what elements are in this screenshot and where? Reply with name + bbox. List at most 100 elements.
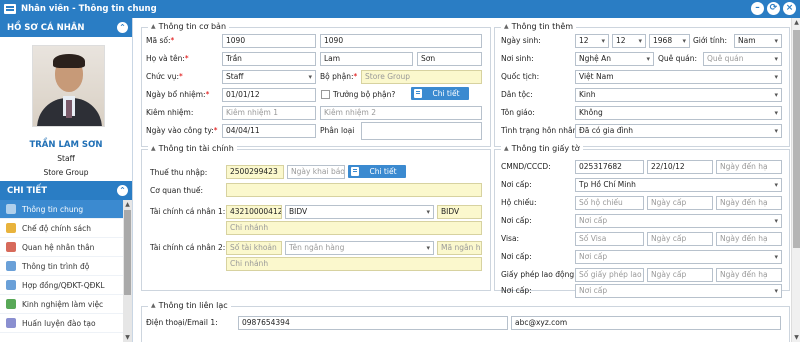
policy-icon xyxy=(6,223,16,233)
code-field-2[interactable]: 1090 xyxy=(320,34,482,48)
last-name-field[interactable]: Trần xyxy=(222,52,316,66)
main-form: ▲ Thông tin cơ bản Mã số:* 1090 1090 Họ v… xyxy=(133,18,800,342)
first-name-field[interactable]: Sơn xyxy=(417,52,482,66)
scroll-up-icon[interactable]: ▲ xyxy=(123,200,132,209)
work-permit-date-field[interactable]: Ngày cấp xyxy=(647,268,713,282)
work-permit-place-select[interactable]: Nơi cấp xyxy=(575,284,782,298)
dob-day-select[interactable]: 12 xyxy=(575,34,609,48)
phone-field[interactable]: 0987654394 xyxy=(238,316,508,330)
menu-item-training[interactable]: Huấn luyện đào tạo xyxy=(0,314,123,333)
work-permit-expiry-field[interactable]: Ngày đến hạ xyxy=(716,268,782,282)
id-date-field[interactable]: 22/10/12 xyxy=(647,160,713,174)
menu-item-experience[interactable]: Kinh nghiệm làm việc xyxy=(0,295,123,314)
id-expiry-field[interactable]: Ngày đến hạ xyxy=(716,160,782,174)
job-label: Chức vụ:* xyxy=(146,72,183,81)
menu-scrollbar[interactable]: ▲ ▼ xyxy=(123,200,132,342)
passport-field[interactable]: Số hộ chiếu xyxy=(575,196,644,210)
id-place-select[interactable]: Tp Hồ Chí Minh xyxy=(575,178,782,192)
collapse-caret-icon[interactable]: ▲ xyxy=(504,23,509,30)
dob-month-select[interactable]: 12 xyxy=(612,34,646,48)
gender-select[interactable]: Nam xyxy=(734,34,782,48)
account1-field[interactable]: 432100004128; xyxy=(226,205,282,219)
finance-detail-button[interactable]: Chi tiết xyxy=(348,165,406,178)
menu-item-family[interactable]: Quan hệ nhân thân xyxy=(0,238,123,257)
dept-label: Bộ phận:* xyxy=(320,72,358,81)
menu-item-contract[interactable]: Hợp đồng/QĐKT-QĐKL xyxy=(0,276,123,295)
scroll-down-icon[interactable]: ▼ xyxy=(792,333,800,342)
dob-year-select[interactable]: 1968 xyxy=(649,34,690,48)
menu-item-policy[interactable]: Chế độ chính sách xyxy=(0,219,123,238)
passport-label: Hộ chiếu: xyxy=(501,198,537,207)
bank2-label: Tài chính cá nhân 2: xyxy=(150,243,226,252)
maximize-button[interactable]: ⟳ xyxy=(767,2,780,15)
visa-date-field[interactable]: Ngày cấp xyxy=(647,232,713,246)
passport-place-select[interactable]: Nơi cấp xyxy=(575,214,782,228)
collapse-caret-icon[interactable]: ▲ xyxy=(504,145,509,152)
menu-item-education[interactable]: Thông tin trình độ xyxy=(0,257,123,276)
religion-select[interactable]: Không xyxy=(575,106,782,120)
job-select[interactable]: Staff xyxy=(222,70,316,84)
basic-info-section: ▲ Thông tin cơ bản Mã số:* 1090 1090 Họ v… xyxy=(141,22,491,147)
basic-detail-button[interactable]: Chi tiết xyxy=(411,87,469,100)
menu-scroll-thumb[interactable] xyxy=(124,210,131,295)
tax-date-field[interactable]: Ngày khai báo xyxy=(287,165,345,179)
hometown-select[interactable]: Quê quán xyxy=(703,52,782,66)
phone-label: Điện thoại/Email 1: xyxy=(146,318,218,327)
bank2-select[interactable]: Tên ngân hàng xyxy=(285,241,434,255)
passport-date-field[interactable]: Ngày cấp xyxy=(647,196,713,210)
close-button[interactable]: × xyxy=(783,2,796,15)
minimize-button[interactable]: – xyxy=(751,2,764,15)
join-date-field[interactable]: 04/04/11 xyxy=(222,124,316,138)
head-of-dept-checkbox[interactable] xyxy=(321,90,330,99)
collapse-caret-icon[interactable]: ▲ xyxy=(151,145,156,152)
email-field[interactable]: abc@xyz.com xyxy=(511,316,781,330)
ethnic-select[interactable]: Kinh xyxy=(575,88,782,102)
religion-label: Tôn giáo: xyxy=(501,108,535,117)
collapse-caret-icon[interactable]: ▲ xyxy=(151,302,156,309)
collapse-caret-icon[interactable]: ▲ xyxy=(151,23,156,30)
scroll-up-icon[interactable]: ▲ xyxy=(792,18,800,27)
passport-expiry-field[interactable]: Ngày đến hạ xyxy=(716,196,782,210)
tax-office-field[interactable] xyxy=(226,183,482,197)
bank1-select[interactable]: BIDV xyxy=(285,205,434,219)
birthplace-select[interactable]: Nghệ An xyxy=(575,52,654,66)
main-scrollbar[interactable]: ▲ ▼ xyxy=(791,18,800,342)
id-number-field[interactable]: 025317682 xyxy=(575,160,644,174)
appoint-date-field[interactable]: 01/01/12 xyxy=(222,88,316,102)
concurrent-1-field[interactable]: Kiêm nhiệm 1 xyxy=(222,106,316,120)
code-field[interactable]: 1090 xyxy=(222,34,316,48)
menu-item-general[interactable]: Thông tin chung xyxy=(0,200,123,219)
visa-field[interactable]: Số Visa xyxy=(575,232,644,246)
work-permit-place-label: Nơi cấp: xyxy=(501,286,532,295)
family-icon xyxy=(6,242,16,252)
head-of-dept-label: Trưởng bộ phận? xyxy=(333,90,396,99)
visa-expiry-field[interactable]: Ngày đến hạ xyxy=(716,232,782,246)
general-icon xyxy=(6,204,16,214)
ethnic-label: Dân tộc: xyxy=(501,90,533,99)
concurrent-2-field[interactable]: Kiêm nhiệm 2 xyxy=(320,106,482,120)
scroll-down-icon[interactable]: ▼ xyxy=(123,333,132,342)
bank2-code-field[interactable]: Mã ngân hà xyxy=(437,241,482,255)
nationality-select[interactable]: Việt Nam xyxy=(575,70,782,84)
branch2-field[interactable]: Chi nhánh xyxy=(226,257,482,271)
branch1-field[interactable]: Chi nhánh xyxy=(226,221,482,235)
app-icon xyxy=(4,4,16,14)
avatar xyxy=(32,45,105,127)
dept-field[interactable]: Store Group xyxy=(361,70,482,84)
contact-title: Thông tin liên lạc xyxy=(158,301,228,310)
marital-select[interactable]: Đã có gia đình xyxy=(575,124,782,138)
visa-place-select[interactable]: Nơi cấp xyxy=(575,250,782,264)
main-scroll-thumb[interactable] xyxy=(793,30,800,248)
middle-name-field[interactable]: Lam xyxy=(320,52,413,66)
document-icon xyxy=(351,167,359,176)
finance-title: Thông tin tài chính xyxy=(158,144,234,153)
tax-code-field[interactable]: 2500299423 xyxy=(226,165,284,179)
profile-card: TRẦN LAM SƠN Staff Store Group xyxy=(0,37,132,181)
class-field[interactable] xyxy=(361,122,482,140)
work-permit-field[interactable]: Số giấy phép lao đ xyxy=(575,268,644,282)
nationality-label: Quốc tịch: xyxy=(501,72,540,81)
bank1-code-field[interactable]: BIDV xyxy=(437,205,482,219)
account2-field[interactable]: Số tài khoản xyxy=(226,241,282,255)
collapse-profile-icon[interactable]: ⌃ xyxy=(117,22,128,33)
collapse-detail-icon[interactable]: ⌃ xyxy=(117,185,128,196)
